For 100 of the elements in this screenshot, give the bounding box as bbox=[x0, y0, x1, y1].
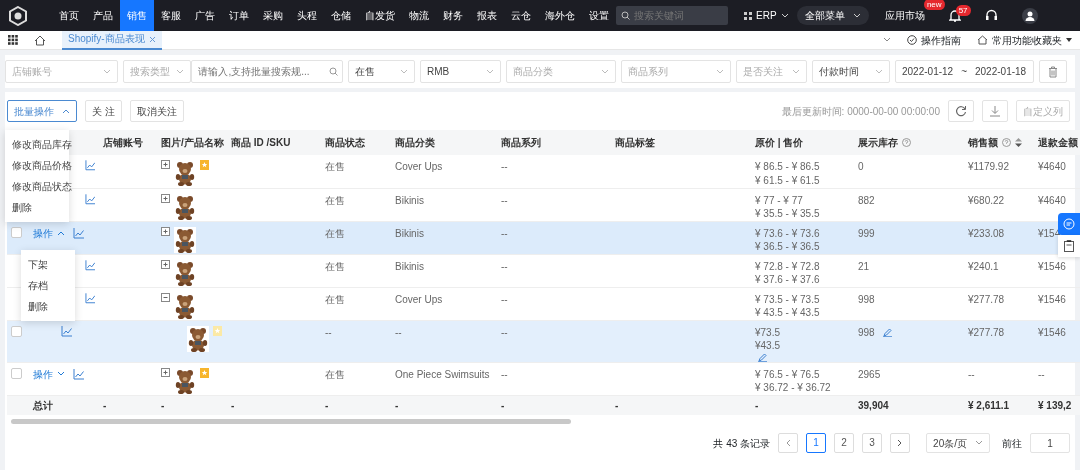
bell-icon[interactable] bbox=[948, 9, 961, 22]
chevron-down-icon bbox=[716, 68, 724, 75]
avatar-icon[interactable] bbox=[1021, 7, 1038, 24]
series-text: -- bbox=[501, 326, 508, 338]
page-button[interactable]: 2 bbox=[834, 433, 855, 453]
nav-item[interactable]: 仓储 bbox=[324, 0, 358, 31]
nav-item[interactable]: 云仓 bbox=[504, 0, 538, 31]
status-text: 在售 bbox=[325, 293, 345, 305]
status-text: 在售 bbox=[325, 161, 345, 172]
expand-icon[interactable] bbox=[161, 367, 170, 377]
menu-item[interactable]: 删除 bbox=[21, 295, 75, 317]
table-row[interactable]: -- -- -- ¥73.5 ¥43.5 998 ¥277.78 ¥1546 bbox=[7, 320, 1080, 362]
stock-text: 882 bbox=[858, 193, 875, 207]
nav-item[interactable]: 广告 bbox=[188, 0, 222, 31]
chart-icon[interactable] bbox=[84, 160, 95, 171]
nav-item[interactable]: 采购 bbox=[256, 0, 290, 31]
menu-item[interactable]: 删除 bbox=[5, 197, 69, 218]
chat-button[interactable] bbox=[1058, 213, 1080, 235]
select-field[interactable]: 在售 bbox=[348, 60, 415, 83]
chart-icon[interactable] bbox=[84, 259, 95, 271]
nav-item[interactable]: 海外仓 bbox=[538, 0, 582, 31]
nav-item[interactable]: 自发货 bbox=[358, 0, 402, 31]
total-value: - bbox=[615, 399, 619, 411]
home-icon[interactable] bbox=[34, 34, 46, 46]
expand-icon[interactable] bbox=[161, 259, 170, 269]
close-icon[interactable] bbox=[148, 35, 156, 43]
nav-item[interactable]: 报表 bbox=[470, 0, 504, 31]
table-row[interactable]: 操作 在售 One Piece Swimsuits -- ¥ 76.5 - ¥ 76.5 ¥ 36.72 - ¥ 36.72 2965 -- -- bbox=[7, 362, 1080, 395]
chevron-down-icon bbox=[486, 68, 494, 75]
expand-icon[interactable] bbox=[161, 160, 170, 169]
follow-button[interactable]: 关 注 bbox=[85, 100, 122, 122]
stock-text: 998 bbox=[858, 292, 875, 306]
chart-icon[interactable] bbox=[73, 368, 84, 380]
column-header: 销售额 bbox=[968, 136, 998, 150]
expand-icon[interactable] bbox=[161, 193, 170, 203]
nav-item[interactable]: 设置 bbox=[582, 0, 616, 31]
sort-icon[interactable] bbox=[1015, 138, 1022, 147]
nav-item[interactable]: 首页 bbox=[52, 0, 86, 31]
grid-icon bbox=[744, 11, 752, 20]
market-link[interactable]: 应用市场 bbox=[884, 10, 925, 21]
select-field[interactable]: 付款时间 bbox=[812, 60, 890, 83]
chart-icon[interactable] bbox=[73, 227, 84, 239]
category-text: -- bbox=[395, 326, 402, 338]
column-header: 商品系列 bbox=[501, 136, 541, 150]
chart-icon[interactable] bbox=[61, 325, 72, 337]
logo-icon[interactable] bbox=[8, 5, 28, 26]
total-value: ¥ 2,611.1 bbox=[968, 399, 1010, 411]
collapse-icon[interactable] bbox=[161, 292, 170, 302]
action-dropdown[interactable]: 操作 bbox=[33, 367, 65, 381]
checkbox[interactable] bbox=[11, 325, 22, 337]
download-button[interactable] bbox=[982, 100, 1008, 122]
unfollow-button[interactable]: 取消关注 bbox=[129, 100, 184, 122]
favorites-dropdown[interactable]: 常用功能收藏夹 bbox=[977, 32, 1072, 48]
page-size-select[interactable]: 20条/页 bbox=[926, 433, 990, 453]
chevron-down-icon bbox=[400, 68, 408, 75]
nav-item[interactable]: 产品 bbox=[86, 0, 120, 31]
refresh-button[interactable] bbox=[948, 100, 974, 122]
headset-icon[interactable] bbox=[984, 9, 998, 22]
checkbox[interactable] bbox=[11, 226, 22, 238]
search-field[interactable]: 请输入,支持批量搜索规... bbox=[191, 60, 343, 83]
guide-link[interactable]: 操作指南 bbox=[907, 32, 961, 48]
delete-button[interactable] bbox=[1039, 60, 1067, 83]
series-text: -- bbox=[501, 293, 508, 305]
nav-item[interactable]: 物流 bbox=[402, 0, 436, 31]
status-text: -- bbox=[325, 326, 332, 338]
menu-item[interactable]: 下架 bbox=[21, 253, 75, 275]
total-count: 共 43 条记录 bbox=[713, 436, 771, 451]
series-text: -- bbox=[501, 161, 508, 172]
nav-item[interactable]: 订单 bbox=[222, 0, 256, 31]
nav-item[interactable]: 头程 bbox=[290, 0, 324, 31]
edit-icon[interactable] bbox=[758, 352, 767, 362]
chart-icon[interactable] bbox=[84, 292, 95, 304]
scrollbar[interactable] bbox=[11, 419, 571, 424]
chart-icon[interactable] bbox=[84, 193, 95, 205]
action-dropdown[interactable]: 操作 bbox=[33, 226, 65, 240]
count-badge: 57 bbox=[955, 5, 971, 16]
status-text: 在售 bbox=[325, 260, 345, 272]
expand-icon[interactable] bbox=[161, 226, 170, 236]
checkbox[interactable] bbox=[11, 367, 22, 379]
nav-item[interactable]: 客服 bbox=[154, 0, 188, 31]
stock-text: 21 bbox=[858, 259, 870, 273]
price-text: ¥73.5 bbox=[755, 325, 782, 339]
price-text: ¥ 72.8 - ¥ 72.8 bbox=[755, 259, 821, 273]
erp-dropdown[interactable]: ERP bbox=[744, 8, 789, 23]
sales-text: -- bbox=[968, 368, 975, 380]
page-button[interactable]: 3 bbox=[862, 433, 883, 453]
batch-button[interactable]: 批量操作 bbox=[7, 100, 77, 122]
status-text: 在售 bbox=[325, 194, 345, 206]
page-input[interactable]: 1 bbox=[1030, 433, 1070, 453]
nav-item[interactable]: 销售 bbox=[120, 0, 154, 31]
menu-dropdown[interactable]: 全部菜单 bbox=[796, 6, 869, 25]
apps-icon[interactable] bbox=[8, 35, 18, 45]
clipboard-button[interactable] bbox=[1058, 235, 1080, 257]
select-field[interactable]: RMB bbox=[420, 60, 501, 83]
price-text: ¥ 73.6 - ¥ 73.6 bbox=[755, 226, 821, 240]
nav-item[interactable]: 财务 bbox=[436, 0, 470, 31]
category-text: Bikinis bbox=[395, 227, 424, 239]
date-range-field[interactable]: 2022-01-12 ~ 2022-01-18 bbox=[895, 60, 1034, 83]
page-button[interactable]: 1 bbox=[806, 433, 827, 453]
edit-icon[interactable] bbox=[882, 327, 892, 337]
